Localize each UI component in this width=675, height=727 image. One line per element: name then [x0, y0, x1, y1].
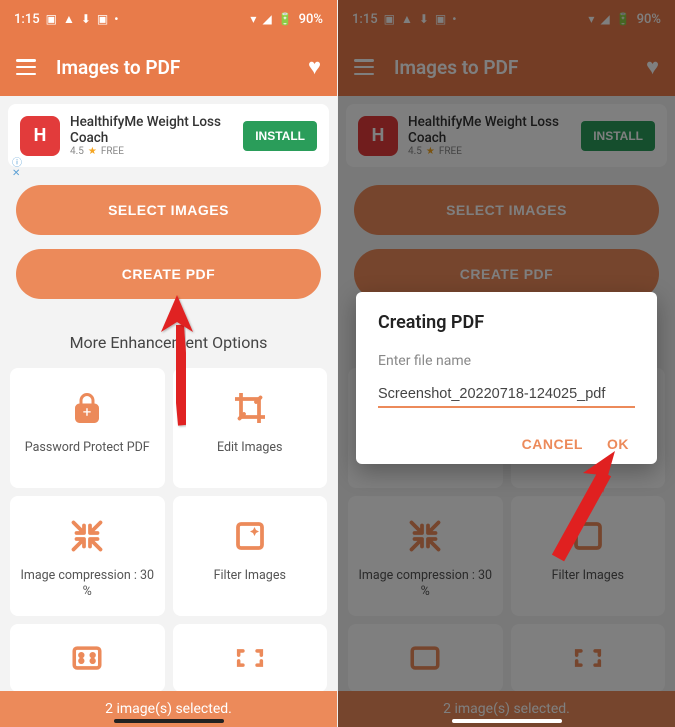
ad-marker[interactable]: ⓘ✕	[12, 159, 22, 179]
battery-percent: 90%	[299, 12, 323, 27]
section-title: More Enhancement Options	[8, 333, 329, 352]
star-icon: ★	[88, 146, 97, 157]
ad-card[interactable]: H HealthifyMe Weight Loss Coach 4.5 ★ FR…	[8, 104, 329, 167]
compress-icon	[67, 516, 107, 556]
ad-title: HealthifyMe Weight Loss Coach	[70, 114, 233, 146]
tile-filter-images[interactable]: Filter Images	[173, 496, 328, 616]
filter-icon	[230, 516, 270, 556]
phone-left: 1:15 ▣ ▲ ⬇ ▣ • ▾ ◢ 🔋 90% Images to PDF ♥…	[0, 0, 337, 727]
tile-label: Image compression : 30 %	[18, 568, 157, 601]
tile-edit-images[interactable]: Edit Images	[173, 368, 328, 488]
resize-icon	[67, 638, 107, 678]
app-bar: Images to PDF ♥	[0, 38, 337, 96]
status-icon: ▲	[63, 12, 75, 26]
install-button[interactable]: INSTALL	[243, 121, 317, 151]
tile-label: Filter Images	[214, 568, 286, 584]
app-title: Images to PDF	[56, 56, 308, 79]
select-images-button[interactable]: SELECT IMAGES	[16, 185, 321, 235]
svg-text:+: +	[83, 403, 92, 421]
lock-icon: +	[67, 388, 107, 428]
nav-handle[interactable]	[452, 719, 562, 723]
tile-label: Password Protect PDF	[25, 440, 150, 456]
filename-input[interactable]	[378, 384, 635, 408]
status-bar: 1:15 ▣ ▲ ⬇ ▣ • ▾ ◢ 🔋 90%	[0, 0, 337, 38]
crop-icon	[230, 388, 270, 428]
tile-partial-1[interactable]	[10, 624, 165, 692]
battery-icon: 🔋	[278, 12, 293, 26]
ad-free: FREE	[101, 146, 124, 157]
tile-password-protect[interactable]: + Password Protect PDF	[10, 368, 165, 488]
nav-handle[interactable]	[114, 719, 224, 723]
status-time: 1:15	[14, 12, 40, 27]
content: H HealthifyMe Weight Loss Coach 4.5 ★ FR…	[0, 96, 337, 700]
tile-label: Edit Images	[217, 440, 283, 456]
tile-partial-2[interactable]	[173, 624, 328, 692]
frame-icon	[230, 638, 270, 678]
favorite-icon[interactable]: ♥	[308, 54, 321, 80]
ok-button[interactable]: OK	[607, 436, 629, 452]
wifi-icon: ▾	[250, 12, 256, 26]
phone-right: 1:15 ▣ ▲ ⬇ ▣ • ▾ ◢ 🔋 90% Images to PDF ♥…	[338, 0, 675, 727]
status-icon: •	[114, 12, 118, 26]
ad-rating: 4.5	[70, 146, 84, 157]
tile-compression[interactable]: Image compression : 30 %	[10, 496, 165, 616]
cancel-button[interactable]: CANCEL	[522, 436, 583, 452]
dialog-label: Enter file name	[378, 353, 635, 369]
create-pdf-button[interactable]: CREATE PDF	[16, 249, 321, 299]
signal-icon: ◢	[262, 12, 271, 26]
status-icon: ▣	[46, 12, 57, 26]
enhancement-grid: + Password Protect PDF Edit Images Image…	[8, 368, 329, 692]
dialog-title: Creating PDF	[378, 312, 635, 333]
create-pdf-dialog: Creating PDF Enter file name CANCEL OK	[356, 292, 657, 464]
ad-app-icon: H	[20, 116, 60, 156]
status-icon: ▣	[97, 12, 108, 26]
status-icon: ⬇	[81, 12, 91, 26]
menu-icon[interactable]	[16, 59, 36, 75]
